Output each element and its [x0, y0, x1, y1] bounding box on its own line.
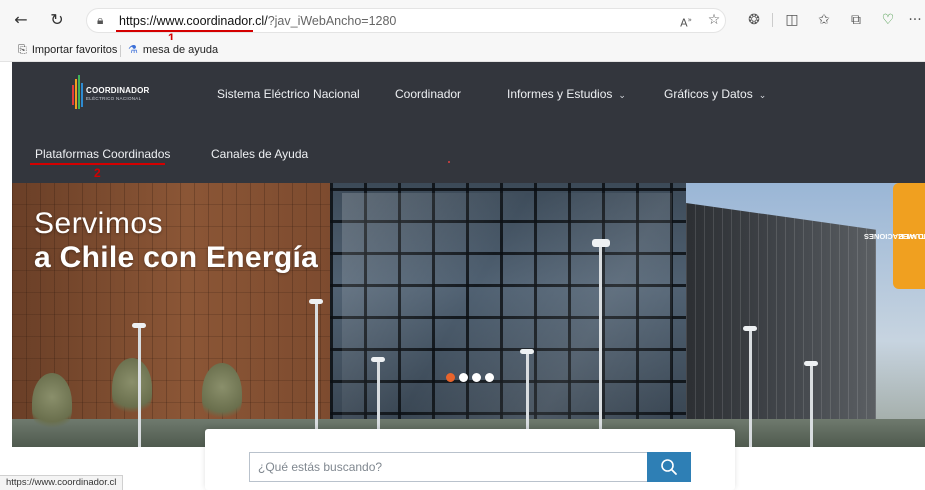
favorite-import-label: Importar favoritos [31, 44, 118, 56]
hero-title-line-1: Servimos [34, 207, 164, 240]
hero-banner: Servimos a Chile con Energía ACTUALIZACI… [12, 183, 925, 447]
favorites-bar: ⎘ Importar favoritos ⚗ mesa de ayuda [0, 40, 925, 62]
hero-lamp-post [810, 363, 813, 447]
decorative-dot [448, 161, 450, 163]
import-favorites-icon: ⎘ [18, 43, 27, 56]
back-arrow-icon[interactable]: ← [10, 9, 32, 31]
logo-title: COORDINADOR [86, 86, 150, 95]
hero-dark-building-fins [686, 203, 876, 447]
browser-window: ← ↻ 🔒︎ https://www.coordinador.cl/?jav_i… [0, 0, 925, 490]
hero-title-line-2: a Chile con Energía [34, 241, 319, 274]
search-icon [661, 459, 677, 475]
url-query: ?jav_iWebAncho=1280 [267, 14, 397, 28]
nav-coordinador-label: Coordinador [395, 87, 462, 101]
hero-lamp [520, 349, 534, 354]
hero-lamp-post [138, 325, 141, 447]
favorites-list-icon[interactable]: ✩ [814, 9, 834, 31]
carousel-indicators [446, 373, 494, 383]
nav-informes-estudios[interactable]: Informes y Estudios ⌄ [507, 87, 626, 101]
nav-sistema-electrico[interactable]: Sistema Eléctrico Nacional [217, 87, 360, 101]
hero-lamp [132, 323, 146, 328]
carousel-dot-1[interactable] [446, 373, 455, 382]
hero-glass-reflection [342, 193, 672, 433]
hero-lamp [804, 361, 818, 366]
logo-mark-icon [72, 75, 83, 111]
hero-lamp [743, 326, 757, 331]
nav-graficos-label: Gráficos y Datos [664, 87, 753, 101]
nav-coordinador[interactable]: Coordinador [395, 87, 461, 101]
hero-lamp-post [749, 328, 752, 447]
hero-lamp [592, 239, 610, 247]
lock-icon: 🔒︎ [97, 13, 104, 27]
refresh-icon[interactable]: ↻ [46, 9, 68, 31]
carousel-dot-2[interactable] [459, 373, 468, 382]
carousel-dot-3[interactable] [472, 373, 481, 382]
nav-canales-ayuda[interactable]: Canales de Ayuda [211, 147, 308, 161]
updates-side-tab-label: ACTUALIZACIONESSITIO WEB [864, 183, 925, 289]
search-card [205, 429, 735, 490]
annotation-marker-2: 2 [94, 166, 101, 180]
search-input[interactable] [249, 452, 647, 482]
annotation-underline-1 [116, 30, 253, 32]
collections-icon[interactable]: ⧉ [846, 9, 866, 31]
hero-lamp [309, 299, 323, 304]
nav-plataformas-coordinados[interactable]: Plataformas Coordinados [35, 147, 170, 161]
split-screen-icon[interactable]: ◫ [782, 9, 802, 31]
read-aloud-icon[interactable]: A» [676, 9, 696, 31]
status-bar-url: https://www.coordinador.cl [0, 475, 124, 490]
url-text: https://www.coordinador.cl/?jav_iWebAnch… [119, 14, 396, 28]
nav-sistema-label: Sistema Eléctrico Nacional [217, 87, 360, 101]
favorite-star-icon[interactable]: ☆ [704, 9, 724, 31]
hero-lamp-post [315, 301, 318, 447]
nav-plataformas-label: Plataformas Coordinados [35, 147, 171, 161]
hero-tree [32, 373, 72, 433]
extensions-icon[interactable]: ❂ [744, 9, 764, 31]
chevron-down-icon: ⌄ [618, 91, 626, 101]
side-tab-line-2: SITIO WEB [898, 231, 925, 241]
flask-icon: ⚗ [128, 43, 138, 56]
carousel-dot-4[interactable] [485, 373, 494, 382]
chevron-down-icon: ⌄ [758, 91, 767, 101]
favorite-mesa-label: mesa de ayuda [142, 44, 219, 56]
search-button[interactable] [647, 452, 691, 482]
logo-subtitle: ELÉCTRICO NACIONAL [86, 96, 142, 101]
more-menu-icon[interactable]: ··· [908, 9, 922, 31]
site-header: COORDINADOR ELÉCTRICO NACIONAL Sistema E… [12, 62, 925, 183]
favorite-mesa-de-ayuda[interactable]: ⚗ mesa de ayuda [128, 43, 218, 56]
hero-tree [202, 363, 242, 423]
hero-lamp [371, 357, 385, 362]
coordinador-logo[interactable]: COORDINADOR ELÉCTRICO NACIONAL [72, 75, 152, 111]
hero-tree [112, 358, 152, 418]
annotation-underline-2 [30, 163, 165, 165]
browser-essentials-icon[interactable]: ♡ [878, 9, 898, 31]
toolbar-divider [772, 13, 773, 27]
nav-informes-label: Informes y Estudios [507, 87, 613, 101]
nav-graficos-datos[interactable]: Gráficos y Datos ⌄ [664, 87, 766, 101]
favorite-import[interactable]: ⎘ Importar favoritos [18, 43, 117, 57]
browser-toolbar: ← ↻ 🔒︎ https://www.coordinador.cl/?jav_i… [0, 0, 925, 45]
hero-lamp-post [599, 243, 602, 447]
favorites-divider [120, 45, 121, 57]
url-host: https://www.coordinador.cl/ [119, 14, 268, 28]
nav-canales-label: Canales de Ayuda [211, 147, 309, 161]
